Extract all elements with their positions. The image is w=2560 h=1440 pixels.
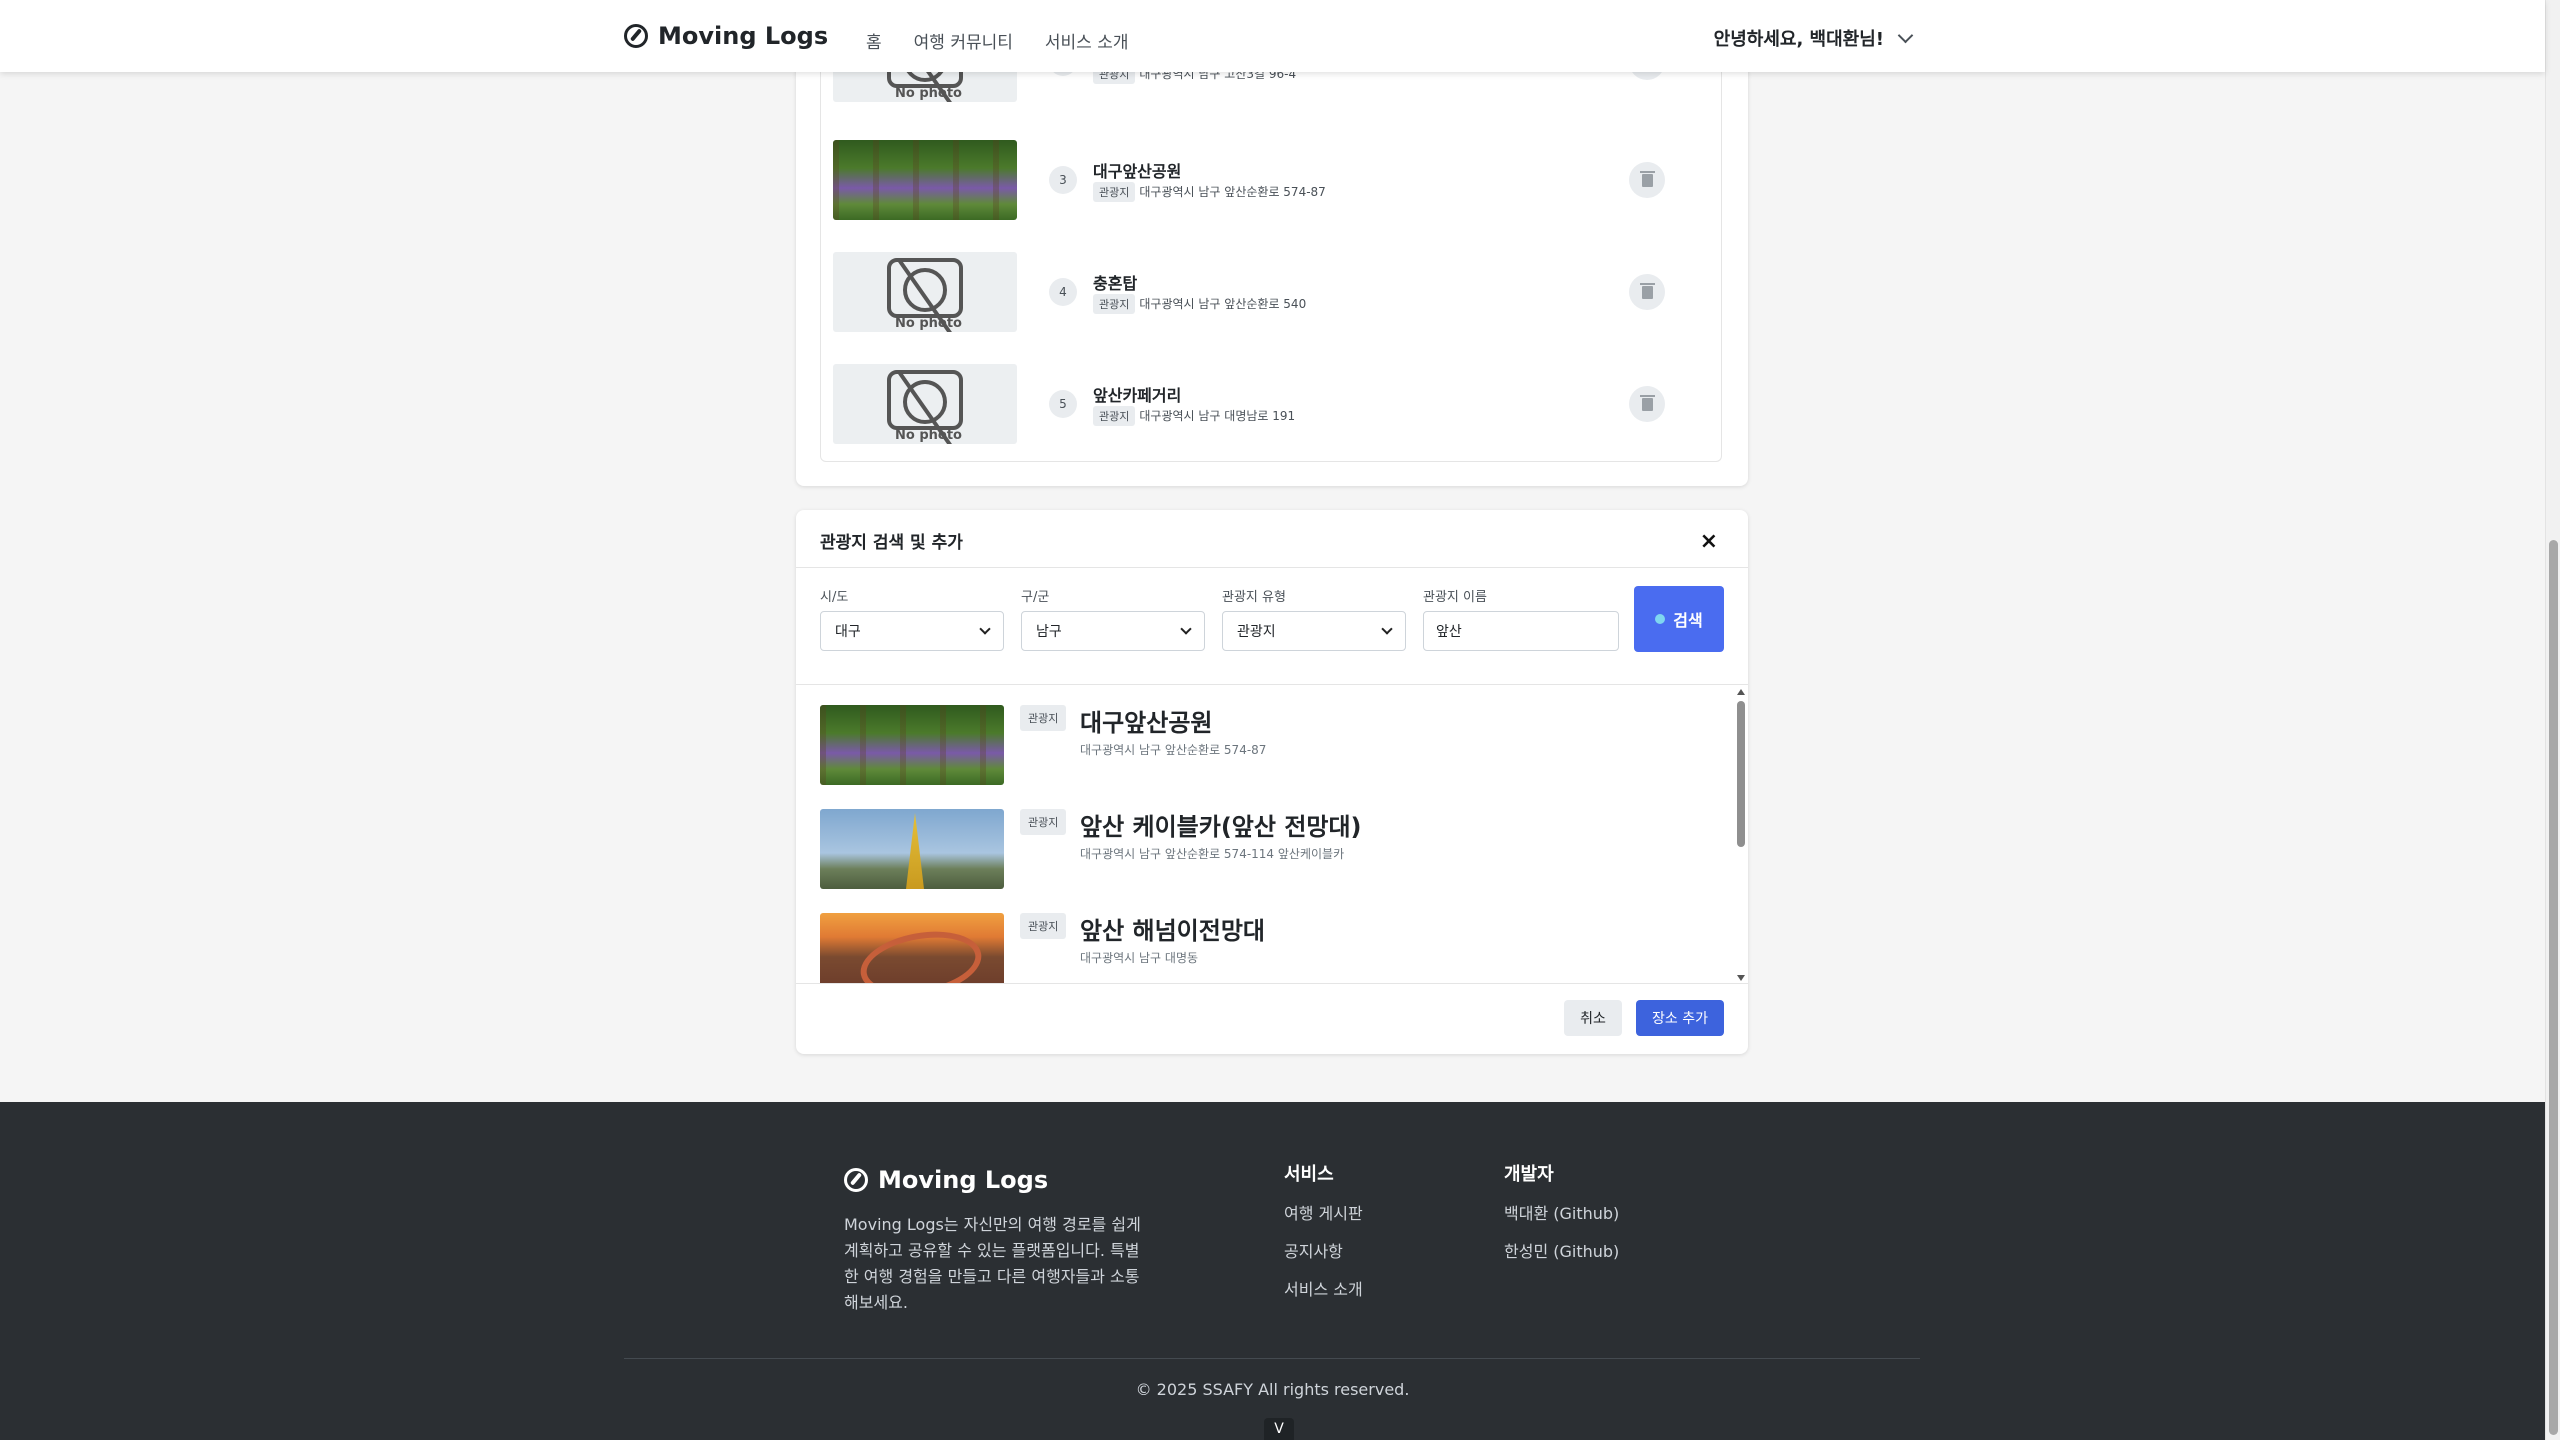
place-name: 대구앞산공원 xyxy=(1093,162,1182,181)
footer: Moving Logs Moving Logs는 자신만의 여행 경로를 쉽게 … xyxy=(0,1102,2545,1440)
place-name: 앞산카페거리 xyxy=(1093,386,1182,405)
footer-developers: 개발자 백대환 (Github) 한성민 (Github) xyxy=(1504,1160,1619,1276)
nav-home[interactable]: 홈 xyxy=(866,28,882,53)
search-results-list: 관광지 대구앞산공원 대구광역시 남구 앞산순환로 574-87 관광지 앞산 … xyxy=(796,684,1748,984)
order-number: 3 xyxy=(1049,166,1077,194)
chevron-down-icon xyxy=(1381,623,1393,635)
order-number: 5 xyxy=(1049,390,1077,418)
delete-button[interactable] xyxy=(1629,274,1665,310)
compass-icon xyxy=(624,24,648,48)
gugun-select[interactable]: 남구 xyxy=(1021,611,1205,651)
panel-header: 관광지 검색 및 추가 × xyxy=(796,510,1748,568)
delete-button[interactable] xyxy=(1629,386,1665,422)
nav-links: 홈 여행 커뮤니티 서비스 소개 xyxy=(866,28,1129,53)
result-photo xyxy=(820,705,1004,785)
spinner-icon xyxy=(1655,614,1666,624)
close-icon[interactable]: × xyxy=(1700,529,1718,554)
scroll-up-arrow-icon xyxy=(1737,689,1745,695)
search-result-item[interactable]: 관광지 앞산 해넘이전망대 대구광역시 남구 대명동 xyxy=(820,913,1700,983)
result-name: 앞산 해넘이전망대 xyxy=(1080,917,1265,945)
plan-place-list: No photo 2 관광지대구광역시 남구 고산3길 96-4 3 대구앞산공… xyxy=(820,22,1722,462)
place-name: 충혼탑 xyxy=(1093,274,1138,293)
footer-developers-title: 개발자 xyxy=(1504,1164,1554,1185)
footer-services: 서비스 여행 게시판 공지사항 서비스 소개 xyxy=(1284,1160,1363,1314)
plan-place-item[interactable]: No photo 4 충혼탑 관광지 대구광역시 남구 앞산순환로 540 xyxy=(833,252,1713,332)
footer-services-title: 서비스 xyxy=(1284,1164,1334,1185)
footer-brand: Moving Logs xyxy=(844,1166,1048,1194)
type-select[interactable]: 관광지 xyxy=(1222,611,1406,651)
footer-link-dev-1[interactable]: 백대환 (Github) xyxy=(1504,1200,1619,1224)
delete-button[interactable] xyxy=(1629,162,1665,198)
chevron-down-icon xyxy=(979,623,991,635)
sido-field: 시/도 대구 xyxy=(820,586,1004,651)
footer-link-about[interactable]: 서비스 소개 xyxy=(1284,1276,1363,1300)
place-address: 관광지 대구광역시 남구 앞산순환로 574-87 xyxy=(1093,182,1326,202)
no-photo-image: No photo xyxy=(833,364,1017,444)
sido-select[interactable]: 대구 xyxy=(820,611,1004,651)
search-button[interactable]: 검색 xyxy=(1634,586,1724,652)
chevron-down-icon xyxy=(1180,623,1192,635)
trash-icon xyxy=(1640,171,1655,173)
nav-community[interactable]: 여행 커뮤니티 xyxy=(914,28,1013,53)
name-input[interactable]: 앞산 xyxy=(1423,611,1619,651)
type-field: 관광지 유형 관광지 xyxy=(1222,586,1406,651)
add-place-button[interactable]: 장소 추가 xyxy=(1636,1000,1724,1036)
result-tag: 관광지 xyxy=(1020,809,1067,835)
search-result-item[interactable]: 관광지 앞산 케이블카(앞산 전망대) 대구광역시 남구 앞산순환로 574-1… xyxy=(820,809,1700,889)
gugun-label: 구/군 xyxy=(1021,590,1050,605)
results-scrollbar[interactable] xyxy=(1734,685,1748,983)
result-address: 대구광역시 남구 대명동 xyxy=(1080,951,1199,965)
place-tag: 관광지 xyxy=(1093,182,1136,202)
plan-card: No photo 2 관광지대구광역시 남구 고산3길 96-4 3 대구앞산공… xyxy=(796,22,1748,486)
copyright: © 2025 SSAFY All rights reserved. xyxy=(1135,1380,1410,1399)
result-photo xyxy=(820,913,1004,983)
place-search-panel: 관광지 검색 및 추가 × 시/도 대구 구/군 남구 관광지 유형 관광지 관… xyxy=(796,510,1748,1054)
brand-logo[interactable]: Moving Logs xyxy=(624,22,828,50)
result-address: 대구광역시 남구 앞산순환로 574-87 xyxy=(1080,743,1267,757)
nav-about[interactable]: 서비스 소개 xyxy=(1045,28,1129,53)
scroll-top-button[interactable]: V xyxy=(1264,1418,1294,1440)
result-name: 앞산 케이블카(앞산 전망대) xyxy=(1080,813,1362,841)
top-navbar: Moving Logs 홈 여행 커뮤니티 서비스 소개 안녕하세요, 백대환님… xyxy=(0,0,2545,72)
user-greeting: 안녕하세요, 백대환님! xyxy=(1713,29,1884,50)
footer-link-board[interactable]: 여행 게시판 xyxy=(1284,1200,1363,1224)
brand-name: Moving Logs xyxy=(658,22,829,50)
result-name: 대구앞산공원 xyxy=(1080,709,1213,737)
scrollbar-thumb xyxy=(1737,701,1745,847)
page-scrollbar-thumb[interactable] xyxy=(2549,540,2558,1435)
footer-divider xyxy=(624,1358,1920,1359)
place-tag: 관광지 xyxy=(1093,294,1136,314)
trash-icon xyxy=(1640,283,1655,285)
compass-icon xyxy=(844,1168,868,1192)
footer-description: Moving Logs는 자신만의 여행 경로를 쉽게 계획하고 공유할 수 있… xyxy=(844,1215,1141,1312)
sido-label: 시/도 xyxy=(820,590,849,605)
order-number: 4 xyxy=(1049,278,1077,306)
panel-title: 관광지 검색 및 추가 xyxy=(820,533,963,553)
place-tag: 관광지 xyxy=(1093,406,1136,426)
scroll-down-arrow-icon xyxy=(1737,975,1745,981)
place-photo xyxy=(833,140,1017,220)
place-address: 관광지 대구광역시 남구 대명남로 191 xyxy=(1093,406,1295,426)
search-result-item[interactable]: 관광지 대구앞산공원 대구광역시 남구 앞산순환로 574-87 xyxy=(820,705,1700,785)
name-field: 관광지 이름 앞산 xyxy=(1423,586,1619,651)
result-photo xyxy=(820,809,1004,889)
user-menu[interactable]: 안녕하세요, 백대환님! xyxy=(1713,25,1914,51)
plan-place-item[interactable]: No photo 5 앞산카페거리 관광지 대구광역시 남구 대명남로 191 xyxy=(833,364,1713,444)
gugun-field: 구/군 남구 xyxy=(1021,586,1205,651)
chevron-down-icon xyxy=(1897,27,1914,43)
result-tag: 관광지 xyxy=(1020,705,1067,731)
cancel-button[interactable]: 취소 xyxy=(1564,1000,1622,1036)
footer-link-notice[interactable]: 공지사항 xyxy=(1284,1238,1363,1262)
trash-icon xyxy=(1640,395,1655,397)
result-tag: 관광지 xyxy=(1020,913,1067,939)
name-label: 관광지 이름 xyxy=(1423,590,1487,605)
page-scrollbar[interactable] xyxy=(2545,0,2560,1440)
place-address: 관광지 대구광역시 남구 앞산순환로 540 xyxy=(1093,294,1306,314)
plan-place-item[interactable]: 3 대구앞산공원 관광지 대구광역시 남구 앞산순환로 574-87 xyxy=(833,140,1713,220)
footer-link-dev-2[interactable]: 한성민 (Github) xyxy=(1504,1238,1619,1262)
no-photo-image: No photo xyxy=(833,252,1017,332)
type-label: 관광지 유형 xyxy=(1222,590,1286,605)
result-address: 대구광역시 남구 앞산순환로 574-114 앞산케이블카 xyxy=(1080,847,1345,861)
